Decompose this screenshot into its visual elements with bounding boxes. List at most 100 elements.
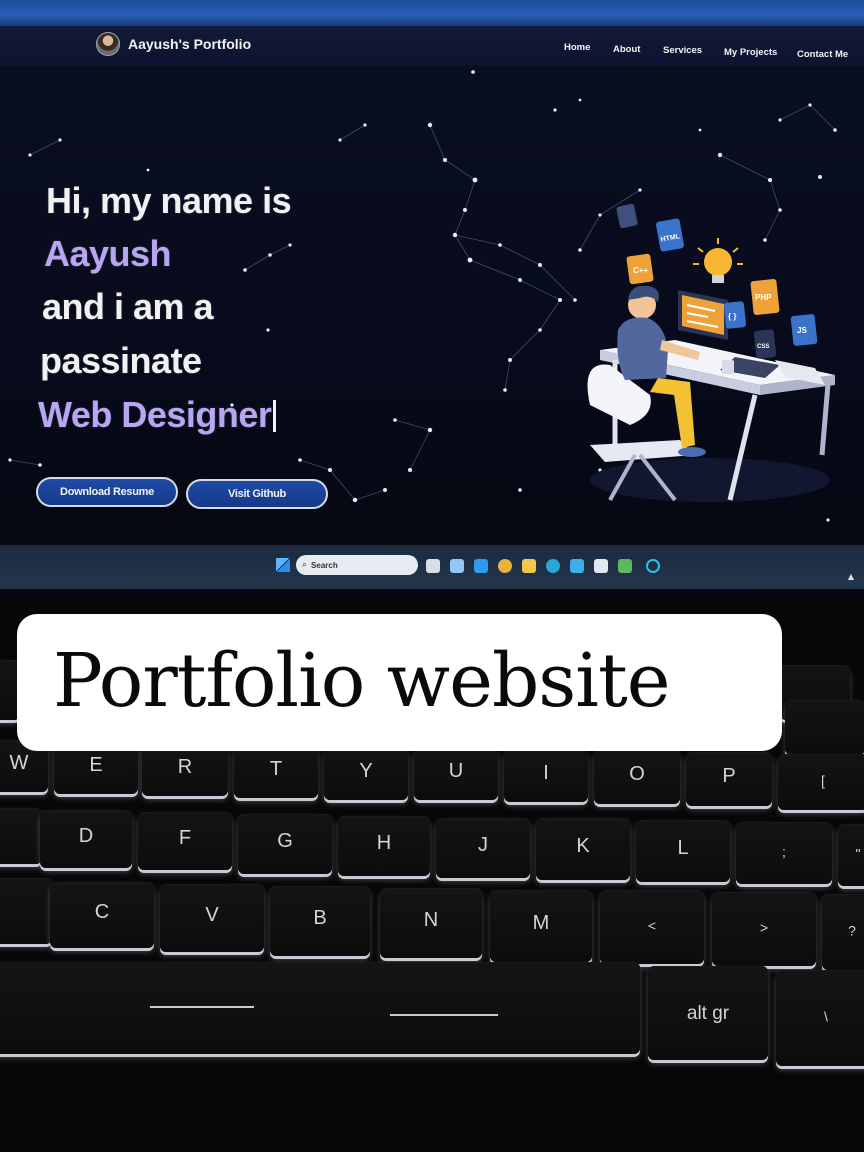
key-d-label: D — [78, 825, 94, 848]
key-x — [0, 878, 52, 944]
key-bracket: [ — [778, 754, 864, 810]
file-explorer-icon[interactable] — [522, 559, 536, 573]
key-j-label: J — [478, 834, 488, 857]
edge-icon[interactable] — [546, 559, 560, 573]
store-icon[interactable] — [594, 559, 608, 573]
app-icon[interactable] — [570, 559, 584, 573]
key-quote-label: " — [855, 845, 861, 862]
key-i: I — [504, 750, 588, 802]
key-o: O — [594, 750, 680, 804]
task-view-icon[interactable] — [426, 559, 440, 573]
nav-services[interactable]: Services — [663, 45, 702, 56]
key-period-label: > — [759, 919, 769, 936]
brand[interactable]: Aayush's Portfolio — [96, 32, 251, 56]
download-resume-button[interactable]: Download Resume — [36, 477, 178, 507]
key-i-label: I — [543, 762, 549, 785]
key-w-label: W — [9, 752, 29, 775]
key-space — [0, 962, 640, 1054]
key-semicolon: ; — [736, 822, 832, 884]
cpp-badge: C++ — [633, 266, 648, 275]
nav-my-projects[interactable]: My Projects — [724, 47, 777, 58]
hero-line-intro: and i am a — [42, 286, 214, 327]
nav-contact-me[interactable]: Contact Me — [797, 49, 848, 60]
vscode-icon[interactable] — [474, 559, 488, 573]
avatar — [96, 32, 120, 56]
key-c-label: C — [94, 901, 110, 924]
key-t-label: T — [269, 758, 283, 781]
key-h: H — [338, 816, 430, 876]
key-slash: ? — [822, 894, 864, 970]
windows-start-icon[interactable] — [276, 558, 290, 572]
nav-home[interactable]: Home — [564, 42, 590, 53]
php-badge: PHP — [755, 293, 772, 302]
key-o-label: O — [629, 763, 645, 786]
key-comma: < — [600, 890, 704, 964]
key-d: D — [40, 810, 132, 868]
taskbar-search-placeholder: Search — [311, 560, 338, 570]
key-ctrl-right: \ — [776, 970, 864, 1066]
key-e-label: E — [89, 754, 103, 777]
key-altgr: alt gr — [648, 966, 768, 1060]
js-badge: JS — [797, 326, 807, 335]
space-mark-right — [390, 1014, 498, 1016]
key-k: K — [536, 818, 630, 880]
search-icon: ⌕ — [302, 560, 308, 570]
key-r-label: R — [177, 756, 193, 779]
nav-about[interactable]: About — [613, 44, 640, 55]
key-g: G — [238, 814, 332, 874]
key-slash-label: ? — [848, 922, 856, 939]
hero-line-name: Aayush — [44, 233, 172, 274]
key-m: M — [490, 890, 592, 962]
site-navbar: Aayush's Portfolio Home About Services M… — [0, 26, 864, 66]
key-k-label: K — [576, 835, 590, 858]
typing-caret — [273, 400, 277, 432]
key-p: P — [686, 752, 772, 806]
tray-chevron-icon[interactable]: ▲ — [848, 572, 854, 581]
key-p-label: P — [722, 765, 736, 788]
key-bracket-label: [ — [821, 772, 825, 789]
key-n: N — [380, 888, 482, 958]
laptop-screen: Aayush's Portfolio Home About Services M… — [0, 0, 864, 600]
windows-taskbar: ⌕ Search ▲ — [0, 545, 864, 589]
key-g-label: G — [277, 830, 293, 853]
key-semicolon-label: ; — [782, 843, 786, 860]
space-mark-left — [150, 1006, 254, 1008]
nav-links: Home About Services My Projects Contact … — [560, 42, 860, 64]
key-h-label: H — [376, 832, 392, 855]
key-f: F — [138, 812, 232, 870]
key-backslash-label: \ — [824, 1008, 828, 1025]
key-r: R — [142, 744, 228, 796]
key-s — [0, 808, 42, 864]
key-plus — [785, 700, 864, 755]
taskbar-search-box[interactable]: ⌕ Search — [296, 555, 418, 575]
app-icon-green[interactable] — [618, 559, 632, 573]
visit-github-button[interactable]: Visit Github — [186, 479, 328, 509]
key-quote: " — [838, 824, 864, 886]
key-c: C — [50, 882, 154, 948]
hero-role-text: Web Designer — [38, 394, 272, 435]
cortana-icon[interactable] — [646, 559, 660, 573]
caption-text: Portfolio website — [53, 638, 670, 724]
key-b: B — [270, 886, 370, 956]
key-y-label: Y — [359, 760, 373, 783]
key-u: U — [414, 748, 498, 800]
key-l: L — [636, 820, 730, 882]
key-period: > — [712, 892, 816, 966]
key-n-label: N — [423, 909, 439, 932]
key-altgr-label: alt gr — [686, 1003, 730, 1025]
chrome-icon[interactable] — [498, 559, 512, 573]
key-y: Y — [324, 748, 408, 800]
widgets-icon[interactable] — [450, 559, 464, 573]
hero-line-adjective: passinate — [40, 340, 202, 381]
key-u-label: U — [448, 760, 464, 783]
key-j: J — [436, 818, 530, 878]
hero-line-role: Web Designer — [38, 394, 277, 436]
caption-overlay: Portfolio website — [17, 614, 782, 751]
key-l-label: L — [677, 837, 689, 860]
key-f-label: F — [178, 827, 192, 850]
key-t: T — [234, 746, 318, 798]
key-m-label: M — [532, 912, 550, 935]
key-v-label: V — [205, 904, 219, 927]
key-v: V — [160, 884, 264, 952]
key-b-label: B — [313, 907, 327, 930]
